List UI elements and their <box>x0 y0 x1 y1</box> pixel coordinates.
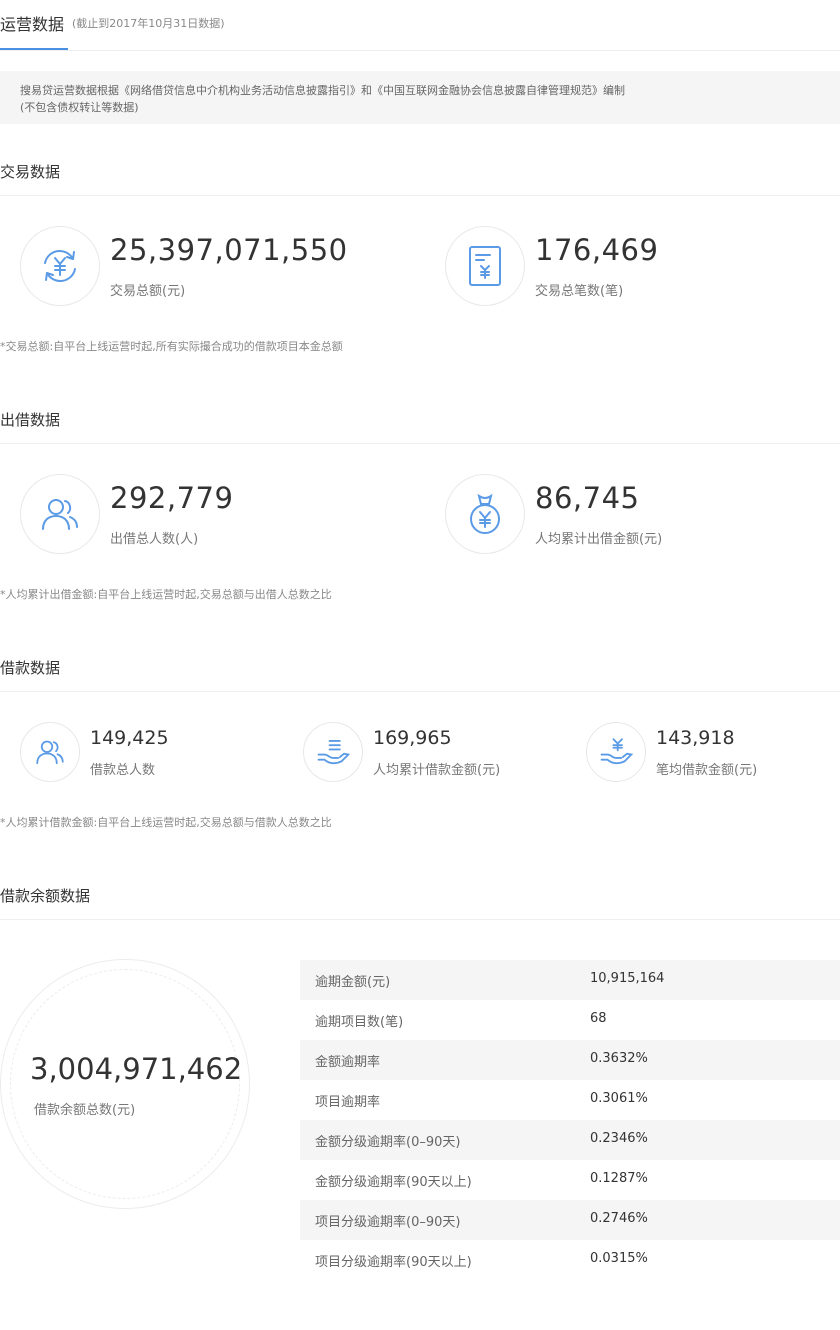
row-value: 0.0315% <box>590 1251 648 1266</box>
row-label: 项目分级逾期率(90天以上) <box>315 1255 472 1270</box>
table-row: 项目逾期率 0.3061% <box>300 1080 840 1120</box>
divider <box>0 919 840 920</box>
row-label: 项目逾期率 <box>315 1095 381 1110</box>
lenders-label: 出借总人数(人) <box>110 532 199 547</box>
row-value: 0.3632% <box>590 1051 648 1066</box>
section-title-balance: 借款余额数据 <box>0 887 91 905</box>
avg-borrow-person-label: 人均累计借款金额(元) <box>373 763 501 778</box>
avg-borrow-person-value: 169,965 <box>373 727 452 749</box>
hand-yuan-icon <box>586 722 646 782</box>
total-count-value: 176,469 <box>535 233 659 267</box>
avg-borrow-loan-value: 143,918 <box>656 727 735 749</box>
divider <box>0 691 840 692</box>
table-row: 金额分级逾期率(90天以上) 0.1287% <box>300 1160 840 1200</box>
document-yuan-icon <box>445 226 525 306</box>
row-label: 逾期项目数(笔) <box>315 1015 404 1030</box>
transaction-footnote: *交易总额:自平台上线运营时起,所有实际撮合成功的借款项目本金总额 <box>0 340 343 353</box>
row-value: 0.3061% <box>590 1091 648 1106</box>
row-label: 金额分级逾期率(0–90天) <box>315 1135 461 1150</box>
row-value: 10,915,164 <box>590 971 665 986</box>
borrowers-value: 149,425 <box>90 727 169 749</box>
balance-total-label: 借款余额总数(元) <box>34 1103 136 1118</box>
row-value: 0.2346% <box>590 1131 648 1146</box>
row-label: 金额分级逾期率(90天以上) <box>315 1175 472 1190</box>
date-note: (截止到2017年10月31日数据) <box>72 17 225 30</box>
tab-operations[interactable]: 运营数据 <box>0 11 64 35</box>
total-count-label: 交易总笔数(笔) <box>535 284 624 299</box>
hand-coins-icon <box>303 722 363 782</box>
total-amount-value: 25,397,071,550 <box>110 233 348 267</box>
notice-line-2: (不包含债权转让等数据) <box>20 101 139 114</box>
notice-line-1: 搜易贷运营数据根据《网络借贷信息中介机构业务活动信息披露指引》和《中国互联网金融… <box>20 84 625 97</box>
avg-lending-value: 86,745 <box>535 481 640 515</box>
user-icon <box>20 722 80 782</box>
total-amount-label: 交易总额(元) <box>110 284 186 299</box>
money-bag-icon <box>445 474 525 554</box>
users-icon <box>20 474 100 554</box>
row-label: 逾期金额(元) <box>315 975 391 990</box>
table-row: 金额逾期率 0.3632% <box>300 1040 840 1080</box>
tab-active-indicator <box>0 48 68 50</box>
overdue-table: 逾期金额(元) 10,915,164 逾期项目数(笔) 68 金额逾期率 0.3… <box>300 960 840 1280</box>
section-title-transaction: 交易数据 <box>0 163 61 181</box>
exchange-yuan-icon <box>20 226 100 306</box>
row-label: 金额逾期率 <box>315 1055 381 1070</box>
table-row: 项目分级逾期率(0–90天) 0.2746% <box>300 1200 840 1240</box>
avg-lending-label: 人均累计出借金额(元) <box>535 532 663 547</box>
lending-footnote: *人均累计出借金额:自平台上线运营时起,交易总额与出借人总数之比 <box>0 588 332 601</box>
row-value: 68 <box>590 1011 607 1026</box>
lenders-value: 292,779 <box>110 481 234 515</box>
borrowers-label: 借款总人数 <box>90 763 156 778</box>
borrowing-footnote: *人均累计借款金额:自平台上线运营时起,交易总额与借款人总数之比 <box>0 816 332 829</box>
avg-borrow-loan-label: 笔均借款金额(元) <box>656 763 758 778</box>
table-row: 项目分级逾期率(90天以上) 0.0315% <box>300 1240 840 1280</box>
table-row: 金额分级逾期率(0–90天) 0.2346% <box>300 1120 840 1160</box>
divider <box>0 195 840 196</box>
divider <box>0 443 840 444</box>
section-title-lending: 出借数据 <box>0 411 61 429</box>
row-value: 0.1287% <box>590 1171 648 1186</box>
table-row: 逾期项目数(笔) 68 <box>300 1000 840 1040</box>
table-row: 逾期金额(元) 10,915,164 <box>300 960 840 1000</box>
row-label: 项目分级逾期率(0–90天) <box>315 1215 461 1230</box>
balance-total-value: 3,004,971,462 <box>30 1052 243 1086</box>
row-value: 0.2746% <box>590 1211 648 1226</box>
section-title-borrowing: 借款数据 <box>0 659 61 677</box>
